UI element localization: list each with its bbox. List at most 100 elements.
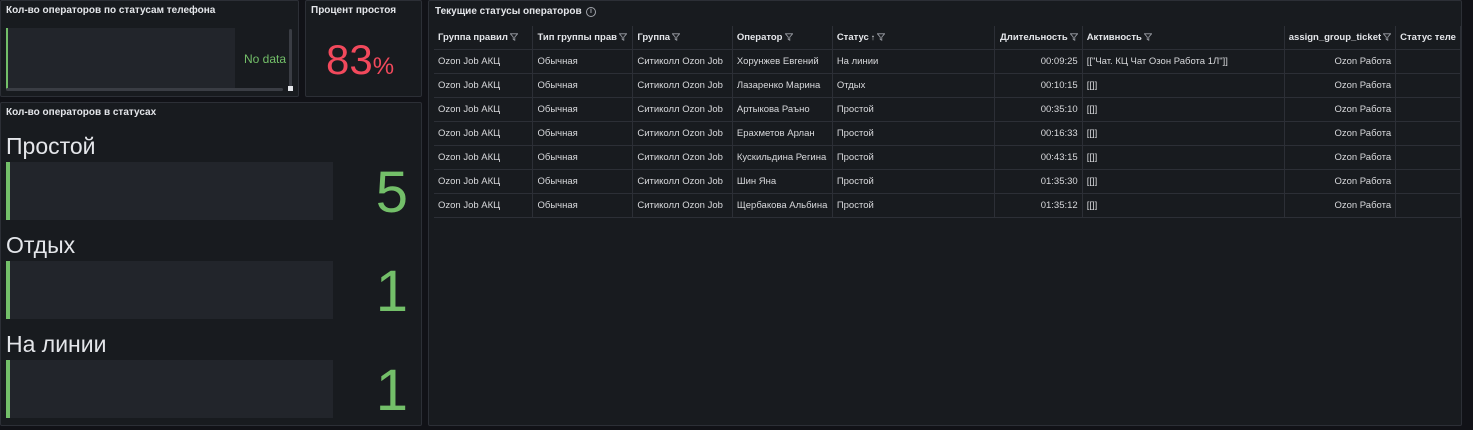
table-cell (1395, 193, 1461, 218)
table-cell: Ozon Работа (1284, 97, 1397, 122)
column-header[interactable]: Активность (1082, 26, 1285, 50)
table-cell: Ozon Работа (1284, 121, 1397, 146)
panel-title[interactable]: Кол-во операторов по статусам телефона (6, 5, 215, 16)
table-cell: [[]] (1082, 193, 1285, 218)
panel-title[interactable]: Процент простоя (311, 5, 396, 16)
column-header-label: Группа правил (438, 31, 508, 43)
phone-status-chart (6, 28, 235, 89)
table-cell: Ozon Job АКЦ (434, 193, 534, 218)
status-count-panel: Кол-во операторов в статусах Простой 5 О… (0, 102, 422, 426)
table-cell (1395, 49, 1461, 74)
table-cell: Щербакова Альбина (732, 193, 833, 218)
table-row[interactable]: Ozon Job АКЦ Обычная Ситиколл Ozon Job Шин … (434, 169, 1461, 194)
vertical-scrollbar[interactable] (289, 29, 292, 87)
status-bar (6, 360, 333, 418)
no-data-label: No data (244, 52, 287, 66)
table-cell: На линии (832, 49, 995, 74)
table-cell: Ozon Job АКЦ (434, 169, 534, 194)
column-header-label: Оператор (736, 31, 783, 43)
table-cell: Артыкова Раъно (732, 97, 833, 122)
table-cell: Ozon Job АКЦ (434, 73, 534, 98)
table-cell (1395, 73, 1461, 98)
column-header[interactable]: assign_group_ticket (1284, 26, 1397, 50)
table-cell: Ozon Работа (1284, 145, 1397, 170)
idle-percent-panel: Процент простоя 83% (305, 0, 422, 97)
table-cell: Ситиколл Ozon Job (632, 73, 733, 98)
table-cell: Обычная (532, 169, 634, 194)
status-label: Отдых (6, 232, 76, 258)
table-cell: 00:43:15 (994, 145, 1083, 170)
table-cell: 00:16:33 (994, 121, 1083, 146)
column-header-label: Статус (836, 31, 869, 43)
table-row[interactable]: Ozon Job АКЦ Обычная Ситиколл Ozon Job Куск… (434, 145, 1461, 170)
column-header-label: Тип группы прав (537, 31, 617, 43)
info-icon[interactable]: i (586, 7, 596, 17)
filter-icon[interactable] (670, 32, 681, 43)
table-cell: 00:09:25 (994, 49, 1083, 74)
filter-icon[interactable] (617, 32, 627, 43)
table-cell: Ситиколл Ozon Job (632, 169, 733, 194)
table-cell: Отдых (832, 73, 995, 98)
table-cell: [[]] (1082, 169, 1285, 194)
column-header[interactable]: Группа правил (434, 26, 534, 50)
table-cell (1395, 97, 1461, 122)
table-cell: Ситиколл Ozon Job (632, 97, 733, 122)
table-cell (1395, 145, 1461, 170)
panel-title[interactable]: Текущие статусы операторов (435, 6, 582, 17)
filter-icon[interactable] (875, 32, 885, 43)
idle-percent-unit: % (372, 53, 395, 80)
status-label: На линии (6, 331, 107, 357)
status-bar-fill (6, 261, 10, 319)
table-row[interactable]: Ozon Job АКЦ Обычная Ситиколл Ozon Job Ерах… (434, 121, 1461, 146)
column-header[interactable]: Длительность (994, 26, 1083, 50)
column-header[interactable]: Статус теле (1395, 26, 1461, 50)
column-header-label: Группа (637, 31, 671, 43)
table-cell: Обычная (532, 193, 634, 218)
table-cell: Ситиколл Ozon Job (632, 121, 733, 146)
filter-icon[interactable] (1068, 32, 1078, 43)
table-cell: Простой (832, 145, 995, 170)
table-cell: 00:10:15 (994, 73, 1083, 98)
status-row-rest: Отдых 1 (6, 232, 416, 322)
table-cell: Ozon Работа (1284, 193, 1397, 218)
operator-status-table-panel: Текущие статусы операторов i Группа прав… (428, 0, 1462, 426)
status-count: 1 (375, 358, 408, 423)
column-header[interactable]: Группа (632, 26, 733, 50)
horizontal-scrollbar[interactable] (6, 88, 283, 91)
table-cell: Простой (832, 97, 995, 122)
status-bar-fill (6, 360, 10, 418)
table-row[interactable]: Ozon Job АКЦ Обычная Ситиколл Ozon Job Арты… (434, 97, 1461, 122)
table-cell: Ozon Работа (1284, 73, 1397, 98)
table-cell: Ozon Job АКЦ (434, 49, 534, 74)
table-cell: Ситиколл Ozon Job (632, 193, 733, 218)
column-header-label: assign_group_ticket (1288, 31, 1382, 43)
table-cell: [[]] (1082, 97, 1285, 122)
table-cell: [[]] (1082, 121, 1285, 146)
column-header-label: Активность (1086, 31, 1142, 43)
table-cell: Ситиколл Ozon Job (632, 49, 733, 74)
table-cell: Обычная (532, 121, 634, 146)
table-cell: Хорунжев Евгений (732, 49, 833, 74)
filter-icon[interactable] (508, 32, 518, 43)
table-cell (1395, 121, 1461, 146)
column-header[interactable]: Статус ↑ (832, 26, 995, 50)
table-row[interactable]: Ozon Job АКЦ Обычная Ситиколл Ozon Job Щерб… (434, 193, 1461, 218)
panel-title[interactable]: Кол-во операторов в статусах (6, 107, 156, 118)
table-cell: Кускильдина Регина (732, 145, 833, 170)
filter-icon[interactable] (783, 32, 793, 43)
table-cell: Ozon Job АКЦ (434, 121, 534, 146)
table-cell: Ozon Job АКЦ (434, 97, 534, 122)
column-header[interactable]: Оператор (732, 26, 833, 50)
status-bar (6, 162, 333, 220)
table-cell: Ситиколл Ozon Job (632, 145, 733, 170)
table-cell: Шин Яна (732, 169, 833, 194)
filter-icon[interactable] (1142, 32, 1152, 43)
table-body: Ozon Job АКЦ Обычная Ситиколл Ozon Job Хору… (434, 49, 1461, 218)
filter-icon[interactable] (1381, 32, 1392, 43)
table-cell: 01:35:30 (994, 169, 1083, 194)
table-row[interactable]: Ozon Job АКЦ Обычная Ситиколл Ozon Job Хору… (434, 49, 1461, 74)
column-header[interactable]: Тип группы прав (532, 26, 634, 50)
table-row[interactable]: Ozon Job АКЦ Обычная Ситиколл Ozon Job Лаза… (434, 73, 1461, 98)
table-cell: Ozon Job АКЦ (434, 145, 534, 170)
table-cell: Обычная (532, 97, 634, 122)
